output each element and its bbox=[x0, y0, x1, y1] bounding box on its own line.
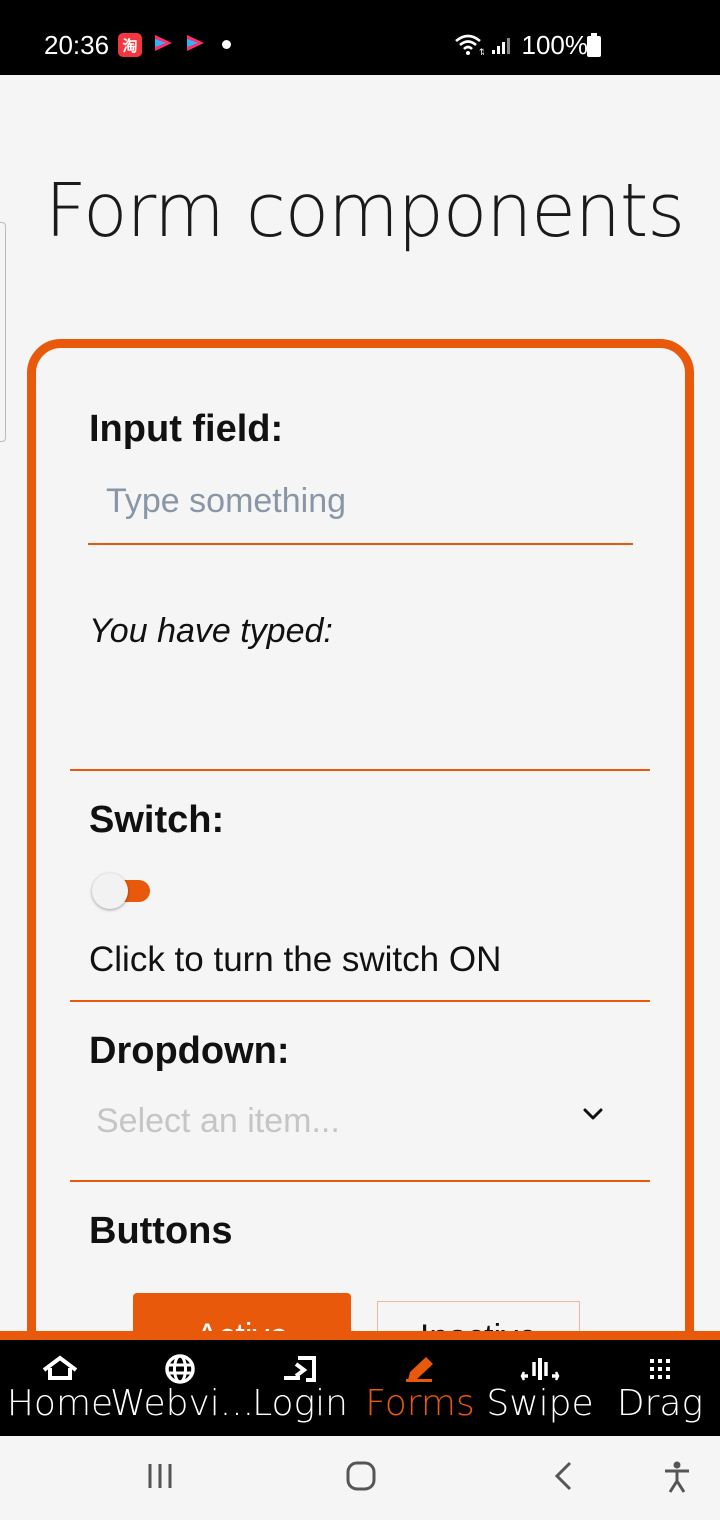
pencil-icon bbox=[400, 1354, 440, 1384]
home-icon bbox=[40, 1354, 80, 1384]
tab-drag[interactable]: Drag bbox=[600, 1350, 720, 1440]
status-bar: 20:36 淘 ⇅ 100% bbox=[0, 0, 720, 75]
page-title: Form components bbox=[45, 168, 685, 254]
tab-webview[interactable]: Webvi... bbox=[110, 1350, 254, 1440]
youku-app-icon bbox=[184, 33, 208, 57]
grid-icon bbox=[640, 1354, 680, 1384]
section-divider bbox=[70, 1180, 650, 1182]
dropdown-section-label: Dropdown: bbox=[89, 1030, 290, 1072]
accessibility-icon[interactable] bbox=[662, 1460, 692, 1499]
chevron-down-icon bbox=[582, 1107, 604, 1126]
tab-label: Login bbox=[252, 1383, 348, 1424]
dropdown-placeholder: Select an item... bbox=[96, 1102, 340, 1140]
tab-login[interactable]: Login bbox=[240, 1350, 360, 1440]
home-button-icon[interactable] bbox=[345, 1460, 377, 1497]
svg-text:淘: 淘 bbox=[121, 37, 137, 55]
typed-label: You have typed: bbox=[89, 612, 333, 650]
wifi-icon: ⇅ bbox=[454, 34, 487, 61]
switch-section-label: Switch: bbox=[89, 799, 225, 841]
status-time: 20:36 bbox=[44, 30, 110, 60]
tab-label: Forms bbox=[365, 1383, 475, 1424]
toggle-switch[interactable] bbox=[92, 873, 152, 909]
youku-app-icon bbox=[152, 33, 176, 57]
dropdown-select[interactable]: Select an item... bbox=[90, 1085, 620, 1155]
section-divider bbox=[70, 769, 650, 771]
back-icon[interactable] bbox=[552, 1460, 576, 1497]
tab-forms[interactable]: Forms bbox=[360, 1350, 480, 1440]
battery-icon bbox=[587, 33, 601, 62]
input-section-label: Input field: bbox=[89, 408, 284, 450]
recent-apps-icon[interactable] bbox=[146, 1460, 176, 1497]
svg-text:⇅: ⇅ bbox=[479, 48, 484, 56]
swipe-icon bbox=[520, 1354, 560, 1384]
section-divider bbox=[70, 1000, 650, 1002]
tab-label: Drag bbox=[616, 1383, 704, 1424]
edge-panel-handle[interactable] bbox=[0, 222, 6, 442]
tab-swipe[interactable]: Swipe bbox=[480, 1350, 600, 1440]
login-icon bbox=[280, 1354, 320, 1384]
input-placeholder: Type something bbox=[106, 482, 347, 520]
notification-dot-icon bbox=[222, 40, 231, 49]
tab-label: Swipe bbox=[486, 1383, 594, 1424]
text-input[interactable]: Type something bbox=[88, 470, 633, 545]
switch-thumb bbox=[92, 873, 128, 909]
tab-label: Webvi... bbox=[110, 1383, 255, 1424]
battery-percent: 100% bbox=[521, 30, 589, 60]
system-nav-bar bbox=[0, 1436, 720, 1520]
bottom-tab-bar: Home Webvi... Login Forms Swipe Drag bbox=[0, 1331, 720, 1436]
tab-home[interactable]: Home bbox=[0, 1350, 120, 1440]
globe-icon bbox=[160, 1354, 200, 1384]
taobao-app-icon: 淘 bbox=[118, 33, 142, 57]
switch-status-text: Click to turn the switch ON bbox=[89, 940, 502, 979]
buttons-section-label: Buttons bbox=[89, 1210, 233, 1252]
